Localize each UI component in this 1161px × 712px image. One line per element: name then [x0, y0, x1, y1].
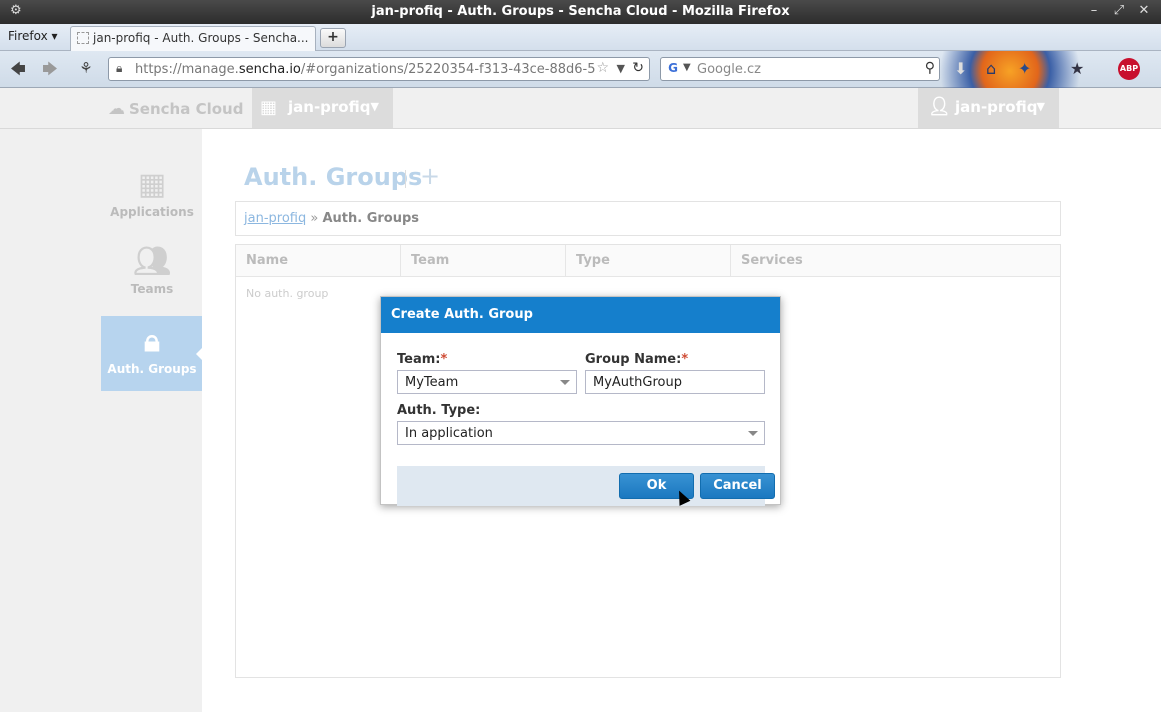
bookmark-star-icon[interactable]: ☆	[596, 60, 609, 76]
create-auth-group-dialog: Create Auth. Group Team:* MyTeam Group N…	[380, 296, 781, 506]
search-engine-dropdown-icon[interactable]: ▼	[683, 62, 691, 73]
dialog-title[interactable]: Create Auth. Group	[381, 297, 780, 333]
sidebar-item-label: Applications	[110, 205, 194, 219]
add-auth-group-button[interactable]: +	[420, 162, 440, 190]
window-titlebar: ⚙ jan-profiq - Auth. Groups - Sencha Clo…	[0, 0, 1161, 24]
reload-icon[interactable]: ↻	[632, 60, 644, 76]
lock-icon: 🔒︎	[144, 324, 160, 359]
chevron-down-icon: ▼	[1036, 100, 1045, 113]
group-name-label: Group Name:*	[585, 352, 689, 367]
column-header-type[interactable]: Type	[566, 245, 731, 276]
new-tab-button[interactable]: +	[320, 28, 346, 48]
user-menu[interactable]: 👤︎ jan-profiq ▼	[918, 88, 1059, 128]
search-bar[interactable]: G ▼ Google.cz ⚲	[660, 57, 940, 81]
home-icon[interactable]: ⌂	[986, 59, 996, 78]
history-icon[interactable]: ⚘	[76, 59, 96, 77]
brand-logo[interactable]: ☁ Sencha Cloud	[108, 99, 243, 119]
chevron-down-icon[interactable]	[560, 380, 570, 385]
building-icon: ▦	[260, 97, 278, 118]
google-icon[interactable]: G	[665, 61, 681, 77]
search-input[interactable]: Google.cz	[697, 62, 761, 77]
sidebar-item-applications[interactable]: ▦ Applications	[101, 167, 203, 241]
url-text[interactable]: https://manage.sencha.io/#organizations/…	[135, 62, 595, 77]
tab-title: jan-profiq - Auth. Groups - Sencha...	[93, 31, 309, 45]
auth-type-select[interactable]: In application	[397, 421, 765, 445]
column-header-name[interactable]: Name	[236, 245, 401, 276]
sidebar-item-teams[interactable]: 👥︎ Teams	[101, 244, 203, 318]
firefox-menu-button[interactable]: Firefox ▾	[3, 27, 63, 48]
minimize-icon[interactable]: –	[1086, 3, 1102, 18]
column-header-services[interactable]: Services	[731, 245, 1060, 276]
user-icon: 👤︎	[928, 96, 951, 117]
cancel-button[interactable]: Cancel	[700, 473, 775, 499]
lock-icon: 🔒︎	[116, 61, 123, 75]
people-icon: 👥︎	[132, 244, 172, 279]
page-title: Auth. Groups	[244, 163, 423, 191]
app-header: ☁ Sencha Cloud ▦ jan-profiq ▼ 👤︎ jan-prof…	[0, 88, 1161, 129]
close-icon[interactable]: ✕	[1136, 3, 1152, 18]
adblock-icon[interactable]: ABP	[1118, 58, 1140, 80]
breadcrumb-separator: »	[310, 211, 319, 226]
maximize-icon[interactable]: ⤢	[1111, 3, 1127, 18]
organization-menu[interactable]: ▦ jan-profiq ▼	[252, 88, 393, 128]
team-label: Team:*	[397, 352, 448, 367]
organization-name: jan-profiq	[288, 98, 371, 116]
navigation-bar: 🡄 🡆 ⚘ 🔒︎ https://manage.sencha.io/#organ…	[0, 51, 1161, 88]
chevron-down-icon: ▼	[370, 100, 379, 113]
url-bar[interactable]: 🔒︎ https://manage.sencha.io/#organizatio…	[108, 57, 650, 81]
chevron-down-icon[interactable]	[748, 431, 758, 436]
breadcrumb-link-organization[interactable]: jan-profiq	[244, 211, 306, 226]
table-header: Name Team Type Services	[236, 245, 1060, 277]
sidebar-item-label: Auth. Groups	[107, 362, 197, 376]
dialog-footer: Ok Cancel	[397, 466, 775, 506]
addon-icon[interactable]: ✦	[1018, 59, 1031, 78]
sidebar-item-auth-groups[interactable]: 🔒︎ Auth. Groups	[101, 316, 204, 391]
user-name: jan-profiq	[955, 98, 1038, 116]
grid-icon: ▦	[137, 167, 167, 202]
search-icon[interactable]: ⚲	[925, 60, 935, 76]
breadcrumb: jan-profiq » Auth. Groups	[235, 201, 1061, 236]
back-arrow-icon[interactable]: 🡄	[8, 59, 28, 84]
browser-tab[interactable]: jan-profiq - Auth. Groups - Sencha...	[70, 26, 316, 51]
tab-bar: Firefox ▾ jan-profiq - Auth. Groups - Se…	[0, 24, 1161, 51]
forward-arrow-icon[interactable]: 🡆	[40, 59, 60, 84]
breadcrumb-current: Auth. Groups	[322, 211, 420, 226]
auth-type-label: Auth. Type:	[397, 403, 481, 418]
page-favicon-icon	[77, 32, 89, 44]
sidebar-item-label: Teams	[130, 282, 174, 296]
bookmarks-icon[interactable]: ★	[1070, 59, 1084, 78]
column-header-team[interactable]: Team	[401, 245, 566, 276]
cloud-icon: ☁	[108, 99, 125, 119]
window-title: jan-profiq - Auth. Groups - Sencha Cloud…	[371, 4, 790, 19]
group-name-input[interactable]: MyAuthGroup	[585, 370, 765, 394]
download-icon[interactable]: ⬇	[954, 59, 967, 78]
url-dropdown-icon[interactable]: ▼	[617, 62, 625, 75]
team-select[interactable]: MyTeam	[397, 370, 577, 394]
title-divider	[405, 170, 406, 188]
